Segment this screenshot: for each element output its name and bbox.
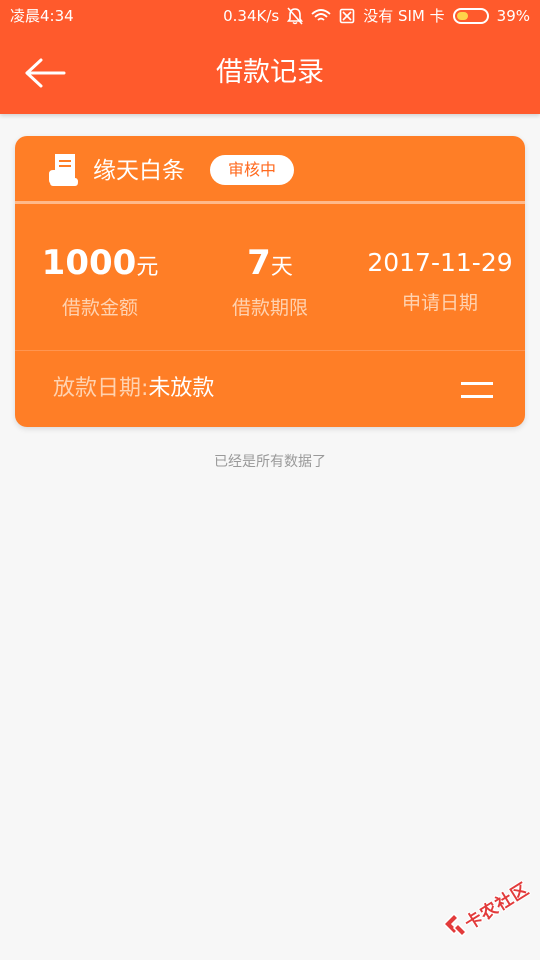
term-unit: 天 <box>270 255 293 280</box>
no-sim-icon <box>339 8 355 24</box>
network-speed: 0.34K/s <box>223 7 280 25</box>
loan-amount: 1000元 借款金额 <box>15 242 185 321</box>
status-bar: 凌晨4:34 0.34K/s 没有 SIM 卡 39% <box>0 0 540 32</box>
battery-level <box>456 12 468 20</box>
card-header: 缘天白条 审核中 <box>15 136 525 204</box>
loan-amount-label: 借款金额 <box>61 297 138 319</box>
term-number: 7 <box>247 243 271 283</box>
apply-date: 2017-11-29 申请日期 <box>355 242 525 316</box>
apply-date-label: 申请日期 <box>401 292 478 314</box>
page-title: 借款记录 <box>216 57 324 88</box>
watermark-text: 卡农社区 <box>461 879 534 935</box>
disburse-date-row: 放款日期:未放款 <box>53 372 214 406</box>
disburse-date-label: 放款日期: <box>53 376 149 401</box>
wifi-icon <box>311 8 331 24</box>
loan-record-card[interactable]: 缘天白条 审核中 1000元 借款金额 7天 借款期限 2017-11-29 申… <box>15 136 525 427</box>
list-end-notice: 已经是所有数据了 <box>214 454 326 470</box>
product-name: 缘天白条 <box>93 158 185 184</box>
status-badge: 审核中 <box>210 155 294 185</box>
app-header: 凌晨4:34 0.34K/s 没有 SIM 卡 39% 借款记录 <box>0 0 540 114</box>
carrier-text: 没有 SIM 卡 <box>363 7 445 25</box>
menu-icon-line <box>461 395 493 398</box>
battery-percent: 39% <box>496 7 530 25</box>
apply-date-value: 2017-11-29 <box>367 248 513 277</box>
menu-icon <box>461 382 493 385</box>
status-time: 凌晨4:34 <box>10 7 74 25</box>
loan-term-label: 借款期限 <box>231 297 308 319</box>
disburse-date-value: 未放款 <box>148 376 215 401</box>
amount-unit: 元 <box>136 255 159 280</box>
nav-bar: 借款记录 <box>0 32 540 114</box>
watermark: 卡农社区 <box>436 879 540 940</box>
status-indicators: 0.34K/s 没有 SIM 卡 39% <box>223 0 530 32</box>
loan-amount-value: 1000元 <box>15 242 185 289</box>
loan-term-value: 7天 <box>185 242 355 289</box>
card-divider <box>15 350 525 351</box>
battery-icon <box>452 8 489 24</box>
scroll-icon <box>49 154 78 186</box>
loan-term: 7天 借款期限 <box>185 242 355 321</box>
bell-off-icon <box>287 7 304 25</box>
menu-button[interactable] <box>461 376 495 404</box>
amount-number: 1000 <box>41 243 137 283</box>
